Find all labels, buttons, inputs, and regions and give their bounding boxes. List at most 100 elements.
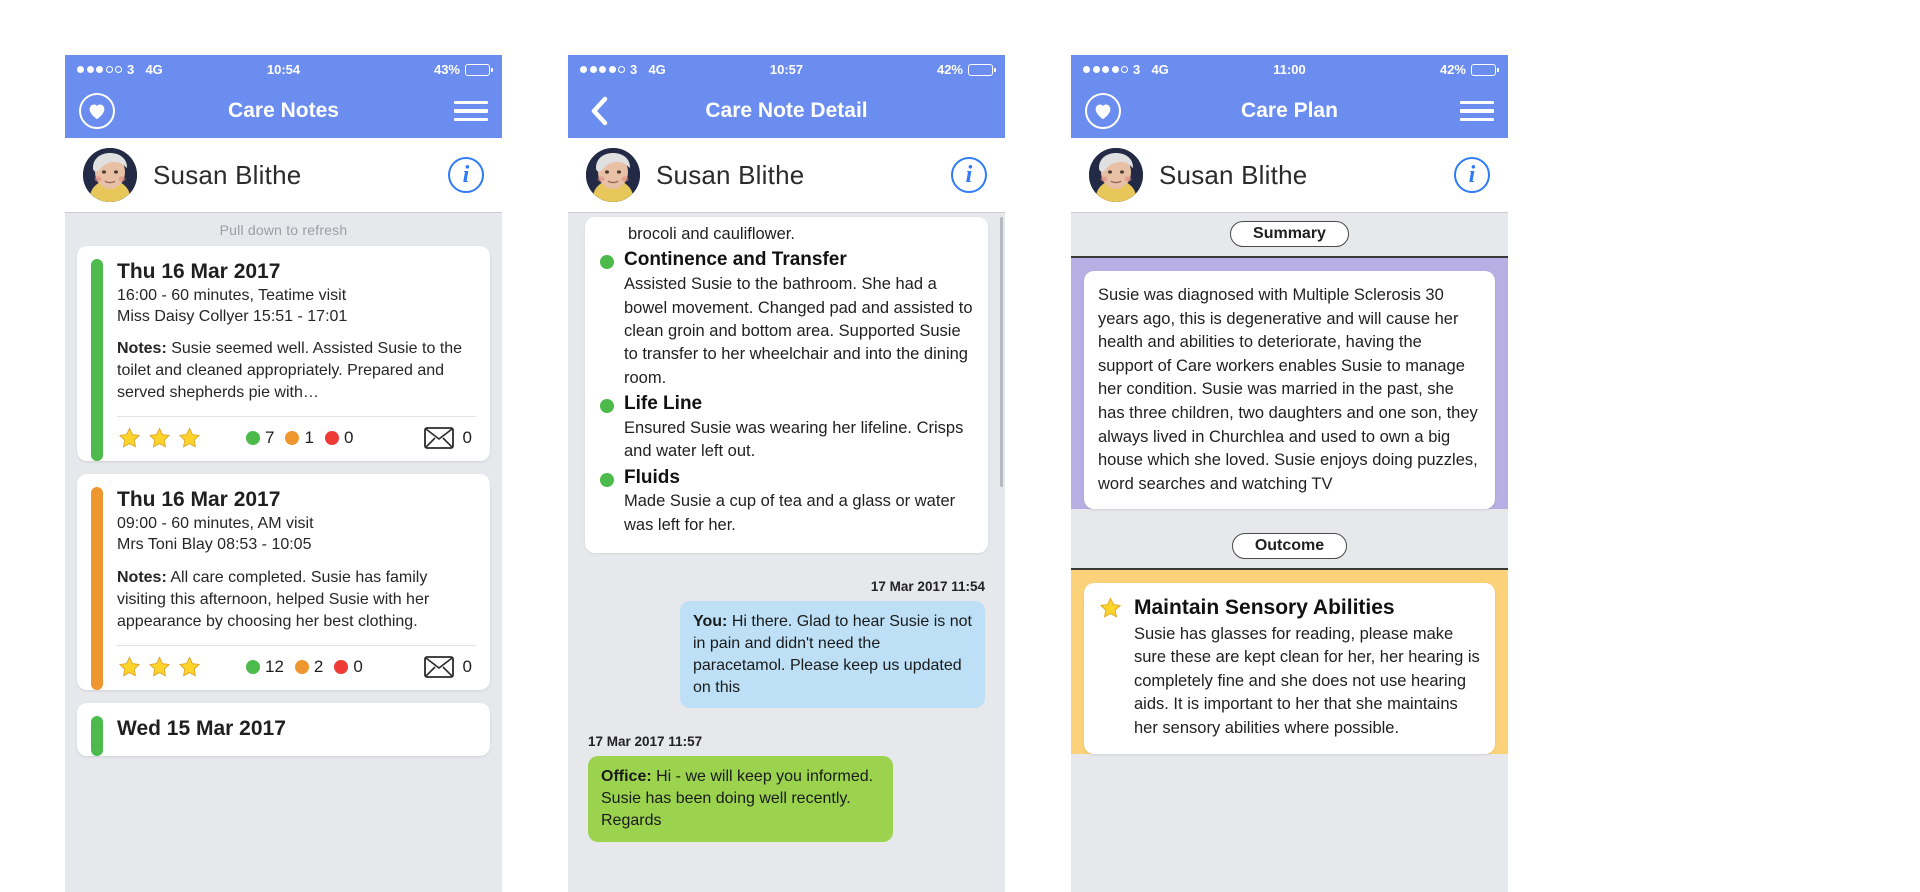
- note-schedule: 16:00 - 60 minutes, Teatime visit: [117, 286, 347, 304]
- detail-item-text: Fluids Made Susie a cup of tea and a gla…: [624, 466, 973, 538]
- page-title: Care Notes: [228, 99, 339, 122]
- star-icon: [118, 656, 141, 677]
- green-dot-icon: [600, 255, 614, 270]
- detail-item-body: Ensured Susie was wearing her lifeline. …: [624, 418, 964, 461]
- info-icon[interactable]: i: [448, 157, 484, 193]
- heart-icon[interactable]: [1085, 93, 1121, 129]
- green-dot-icon: [246, 659, 260, 674]
- carrier-label: 3: [630, 62, 638, 77]
- note-notes: Notes: All care completed. Susie has fam…: [117, 567, 476, 633]
- chat-bubble[interactable]: You: Hi there. Glad to hear Susie is not…: [680, 601, 985, 709]
- detail-item-body: Assisted Susie to the bathroom. She had …: [624, 275, 973, 387]
- info-icon[interactable]: i: [1454, 157, 1490, 193]
- note-carer: Mrs Toni Blay 08:53 - 10:05: [117, 536, 312, 554]
- detail-item-title: Life Line: [624, 393, 703, 415]
- battery-percent-label: 42%: [1439, 62, 1466, 77]
- status-bar: 3 4G 10:54 43%: [65, 55, 502, 84]
- outcome-header: Maintain Sensory Abilities: [1098, 596, 1481, 620]
- nav-bar: Care Notes: [65, 84, 502, 138]
- care-note-card[interactable]: Thu 16 Mar 2017 16:00 - 60 minutes, Teat…: [77, 246, 490, 462]
- signal-strength-icon: [580, 66, 625, 73]
- envelope-icon: [423, 655, 454, 678]
- notes-label: Notes:: [117, 340, 167, 358]
- orange-count: 2: [294, 657, 323, 677]
- network-type-label: 4G: [145, 62, 163, 77]
- hamburger-menu-icon[interactable]: [1460, 100, 1494, 122]
- patient-header: Susan Blithe i: [1071, 138, 1508, 212]
- carrier-label: 3: [127, 62, 135, 77]
- note-date: Thu 16 Mar 2017: [117, 260, 281, 283]
- continued-text: brocoli and cauliflower.: [628, 225, 795, 243]
- rating-stars[interactable]: [117, 655, 202, 679]
- nav-bar: Care Plan: [1071, 84, 1508, 138]
- heart-icon[interactable]: [79, 93, 115, 129]
- summary-card[interactable]: Susie was diagnosed with Multiple Sclero…: [1084, 271, 1495, 510]
- patient-name: Susan Blithe: [656, 159, 805, 190]
- green-count: 12: [246, 657, 284, 677]
- care-plan-scroll[interactable]: Summary Susie was diagnosed with Multipl…: [1071, 212, 1508, 892]
- star-icon: [148, 656, 171, 677]
- note-date: Thu 16 Mar 2017: [117, 488, 281, 512]
- signal-strength-icon: [77, 66, 122, 73]
- message-count-group[interactable]: 0: [423, 427, 472, 450]
- info-icon[interactable]: i: [951, 157, 987, 193]
- care-note-detail-card: brocoli and cauliflower. Continence and …: [585, 217, 988, 554]
- patient-header: Susan Blithe i: [568, 138, 1005, 212]
- message-count-group[interactable]: 0: [423, 655, 472, 678]
- nav-bar: Care Note Detail: [568, 84, 1005, 138]
- chat-bubble[interactable]: Office: Hi - we will keep you informed. …: [588, 756, 893, 842]
- rating-stars[interactable]: [117, 426, 202, 450]
- phone-care-plan: 3 4G 11:00 42% Care Plan Susan Blithe i …: [1071, 55, 1508, 892]
- red-dot-icon: [334, 659, 349, 674]
- hamburger-menu-icon[interactable]: [454, 100, 488, 122]
- care-note-card[interactable]: Thu 16 Mar 2017 09:00 - 60 minutes, AM v…: [77, 474, 490, 690]
- star-icon: [178, 656, 201, 677]
- star-icon: [118, 427, 141, 448]
- avatar[interactable]: [1089, 148, 1143, 202]
- avatar[interactable]: [586, 148, 640, 202]
- outcome-section: Maintain Sensory Abilities Susie has gla…: [1071, 568, 1508, 754]
- message-text: Hi there. Glad to hear Susie is not in p…: [693, 613, 972, 696]
- status-left: 3 4G: [580, 62, 666, 77]
- phone-care-notes: 3 4G 10:54 43% Care Notes Susan Blithe i…: [65, 55, 502, 892]
- notes-label: Notes:: [117, 568, 167, 586]
- battery-icon: [1471, 63, 1499, 76]
- avatar[interactable]: [83, 148, 137, 202]
- outcome-card[interactable]: Maintain Sensory Abilities Susie has gla…: [1084, 583, 1495, 754]
- red-count: 0: [334, 657, 363, 677]
- page-title: Care Note Detail: [705, 99, 868, 122]
- note-content: Thu 16 Mar 2017 16:00 - 60 minutes, Teat…: [117, 259, 476, 461]
- orange-dot-icon: [285, 431, 300, 446]
- outcome-counts: 12 2 0: [246, 657, 363, 677]
- scrollbar[interactable]: [1000, 217, 1003, 487]
- summary-text: Susie was diagnosed with Multiple Sclero…: [1098, 286, 1478, 493]
- green-dot-icon: [600, 399, 614, 414]
- care-note-card[interactable]: Wed 15 Mar 2017: [77, 702, 490, 756]
- detail-item-body: Made Susie a cup of tea and a glass or w…: [624, 492, 956, 534]
- care-notes-list[interactable]: Pull down to refresh Thu 16 Mar 2017 16:…: [65, 212, 502, 892]
- section-tab-outcome[interactable]: Outcome: [1231, 533, 1348, 560]
- status-bar: 3 4G 11:00 42%: [1071, 55, 1508, 84]
- section-tab-summary[interactable]: Summary: [1230, 221, 1349, 247]
- patient-header: Susan Blithe i: [65, 138, 502, 212]
- message-row: Office: Hi - we will keep you informed. …: [568, 756, 1005, 842]
- message-row: You: Hi there. Glad to hear Susie is not…: [568, 601, 1005, 709]
- green-dot-icon: [600, 472, 614, 487]
- back-chevron-icon[interactable]: [582, 94, 616, 128]
- star-icon: [148, 427, 171, 448]
- note-notes: Notes: Susie seemed well. Assisted Susie…: [117, 338, 476, 404]
- envelope-icon: [423, 427, 454, 450]
- screenshot-stage: 3 4G 10:54 43% Care Notes Susan Blithe i…: [0, 0, 1920, 892]
- pull-to-refresh-label: Pull down to refresh: [219, 222, 348, 238]
- detail-item: Life Line Ensured Susie was wearing her …: [600, 392, 973, 464]
- green-count: 7: [246, 428, 274, 448]
- orange-dot-icon: [294, 659, 309, 674]
- message-count: 0: [462, 656, 472, 676]
- summary-section: Susie was diagnosed with Multiple Sclero…: [1071, 256, 1508, 510]
- signal-strength-icon: [1083, 66, 1128, 73]
- red-dot-icon: [324, 431, 339, 446]
- care-note-detail-scroll[interactable]: brocoli and cauliflower. Continence and …: [568, 212, 1005, 892]
- patient-name: Susan Blithe: [153, 159, 302, 190]
- note-date: Wed 15 Mar 2017: [117, 716, 286, 740]
- status-right: 42%: [937, 62, 996, 77]
